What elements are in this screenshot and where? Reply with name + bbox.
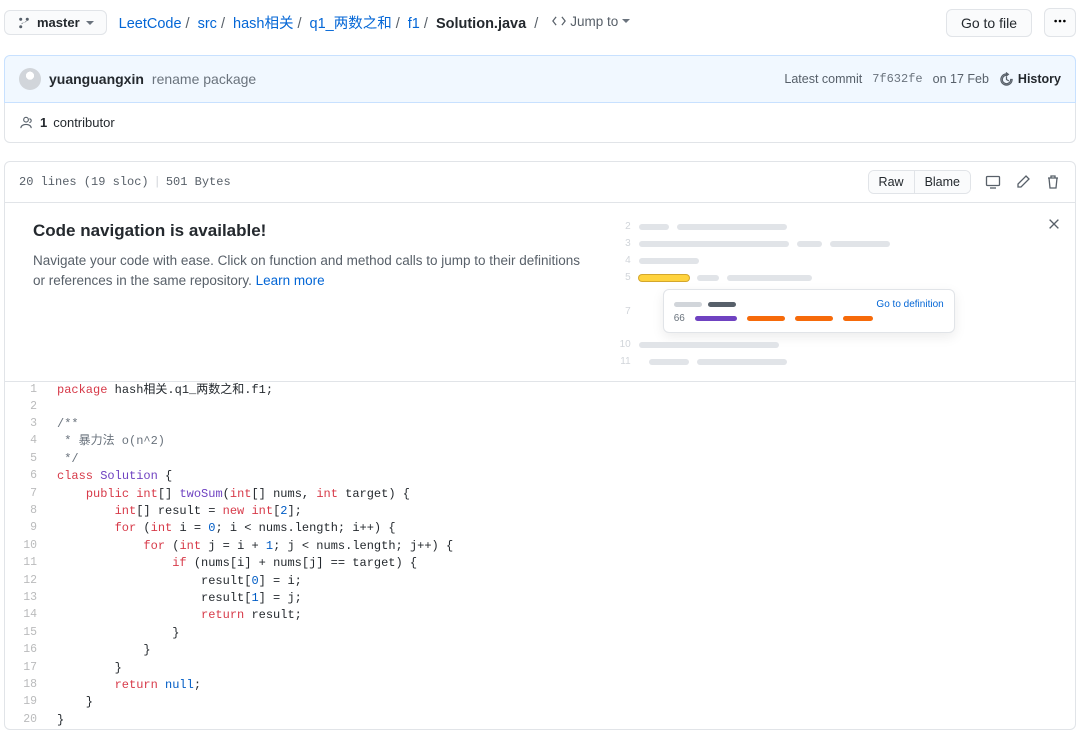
file-header-bar: master LeetCode/ src/ hash相关/ q1_两数之和/ f… xyxy=(4,0,1076,45)
open-desktop-button[interactable] xyxy=(985,174,1001,190)
contributors-box: 1 contributor xyxy=(4,103,1076,143)
commit-date[interactable]: on 17 Feb xyxy=(933,72,989,86)
people-icon xyxy=(19,115,34,130)
promo-body: Navigate your code with ease. Click on f… xyxy=(33,251,591,292)
file-box: 20 lines (19 sloc)|501 Bytes Raw Blame C… xyxy=(4,161,1076,730)
code-icon xyxy=(552,14,566,28)
raw-blame-group: Raw Blame xyxy=(868,170,971,194)
promo-illustration: 2 3 4 5 7 Go to definition 66 xyxy=(615,221,955,373)
history-icon xyxy=(999,72,1014,87)
line-number[interactable]: 3 xyxy=(5,416,47,433)
file-toolbar: 20 lines (19 sloc)|501 Bytes Raw Blame xyxy=(5,162,1075,203)
edit-button[interactable] xyxy=(1015,174,1031,190)
line-number[interactable]: 5 xyxy=(5,451,47,468)
contributor-label: contributor xyxy=(53,115,114,130)
line-number[interactable]: 2 xyxy=(5,399,47,416)
history-link[interactable]: History xyxy=(999,72,1061,87)
line-number[interactable]: 11 xyxy=(5,555,47,572)
blame-button[interactable]: Blame xyxy=(914,171,970,193)
line-number[interactable]: 16 xyxy=(5,642,47,659)
line-number[interactable]: 7 xyxy=(5,486,47,503)
delete-button[interactable] xyxy=(1045,174,1061,190)
line-number[interactable]: 20 xyxy=(5,712,47,729)
file-info: 20 lines (19 sloc)|501 Bytes xyxy=(19,175,231,189)
breadcrumb-current: Solution.java xyxy=(436,16,526,32)
branch-select[interactable]: master xyxy=(4,10,107,35)
line-number[interactable]: 17 xyxy=(5,660,47,677)
line-number[interactable]: 10 xyxy=(5,538,47,555)
line-number[interactable]: 15 xyxy=(5,625,47,642)
code-nav-promo: Code navigation is available! Navigate y… xyxy=(5,203,1075,382)
trash-icon xyxy=(1045,174,1061,190)
pencil-icon xyxy=(1015,174,1031,190)
avatar[interactable] xyxy=(19,68,41,90)
latest-commit-box: yuanguangxin rename package Latest commi… xyxy=(4,55,1076,103)
more-options-button[interactable] xyxy=(1044,8,1076,37)
line-number[interactable]: 8 xyxy=(5,503,47,520)
breadcrumb-link[interactable]: f1 xyxy=(408,16,420,32)
breadcrumb-link[interactable]: src xyxy=(198,16,217,32)
latest-commit-label: Latest commit xyxy=(784,72,862,86)
line-number[interactable]: 19 xyxy=(5,694,47,711)
line-number[interactable]: 12 xyxy=(5,573,47,590)
go-to-definition-link[interactable]: Go to definition xyxy=(876,299,943,310)
commit-message[interactable]: rename package xyxy=(152,71,256,87)
commit-sha[interactable]: 7f632fe xyxy=(872,72,922,86)
device-desktop-icon xyxy=(985,174,1001,190)
contributor-count: 1 xyxy=(40,115,47,130)
caret-down-icon xyxy=(622,19,630,23)
line-number[interactable]: 6 xyxy=(5,468,47,485)
source-code: 1package hash相关.q1_两数之和.f1; 2 3/** 4 * 暴… xyxy=(5,382,1075,729)
raw-button[interactable]: Raw xyxy=(869,171,914,193)
learn-more-link[interactable]: Learn more xyxy=(256,273,325,288)
breadcrumb: LeetCode/ src/ hash相关/ q1_两数之和/ f1/ Solu… xyxy=(119,12,934,33)
breadcrumb-link[interactable]: LeetCode xyxy=(119,16,182,32)
caret-down-icon xyxy=(86,21,94,25)
line-number[interactable]: 14 xyxy=(5,607,47,624)
jump-to-menu[interactable]: Jump to xyxy=(552,14,630,29)
breadcrumb-link[interactable]: q1_两数之和 xyxy=(310,16,392,32)
line-number[interactable]: 13 xyxy=(5,590,47,607)
go-to-file-button[interactable]: Go to file xyxy=(946,9,1032,37)
promo-title: Code navigation is available! xyxy=(33,221,591,241)
line-number[interactable]: 1 xyxy=(5,382,47,399)
line-number[interactable]: 4 xyxy=(5,433,47,450)
branch-name: master xyxy=(37,15,80,30)
line-number[interactable]: 9 xyxy=(5,520,47,537)
close-icon xyxy=(1047,217,1061,231)
commit-author[interactable]: yuanguangxin xyxy=(49,71,144,87)
git-branch-icon xyxy=(17,16,31,30)
kebab-horizontal-icon xyxy=(1053,14,1067,28)
breadcrumb-link[interactable]: hash相关 xyxy=(233,16,293,32)
code-line: package hash相关.q1_两数之和.f1; xyxy=(47,382,1075,399)
close-promo-button[interactable] xyxy=(1047,217,1061,236)
